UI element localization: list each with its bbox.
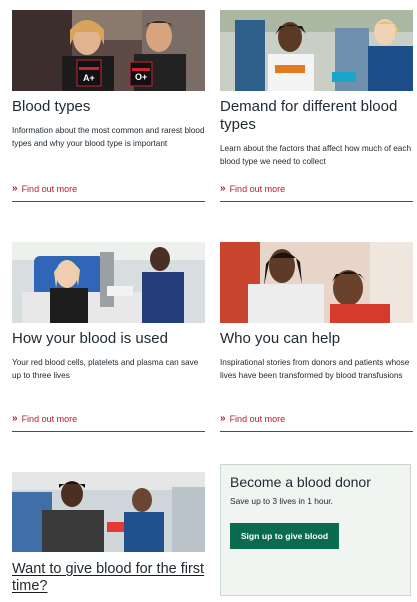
who-you-can-help-image (220, 242, 413, 323)
card-title: How your blood is used (12, 330, 168, 347)
chevron-right-double-icon: » (12, 413, 17, 424)
link-label: Find out more (21, 413, 78, 424)
link-label: Find out more (229, 413, 286, 424)
card-divider (220, 201, 413, 202)
find-out-more-link[interactable]: » Find out more (220, 413, 285, 424)
how-blood-used-image (12, 242, 205, 323)
card-title: Who you can help (220, 330, 341, 347)
demand-image (220, 10, 413, 91)
card-description: Information about the most common and ra… (12, 126, 205, 148)
link-label: Find out more (229, 183, 286, 194)
card-how-blood-used: How your blood is used Your red blood ce… (12, 242, 205, 437)
chevron-right-double-icon: » (220, 413, 225, 424)
become-donor-panel: Become a blood donor Save up to 3 lives … (220, 464, 411, 596)
card-divider (220, 431, 413, 432)
donor-panel-title: Become a blood donor (230, 474, 371, 490)
card-demand-blood-types: Demand for different blood types Learn a… (220, 10, 413, 205)
card-description: Inspirational stories from donors and pa… (220, 358, 410, 380)
card-title: Demand for different blood types (220, 98, 398, 133)
find-out-more-link[interactable]: » Find out more (12, 413, 77, 424)
blood-type-card-label: O+ (135, 72, 148, 82)
find-out-more-link[interactable]: » Find out more (220, 183, 285, 194)
chevron-right-double-icon: » (220, 183, 225, 194)
blood-type-card-label: A+ (83, 73, 95, 83)
donor-panel-subtitle: Save up to 3 lives in 1 hour. (230, 496, 333, 506)
card-blood-types: A+ O+ Blood types Information about the … (12, 10, 205, 205)
card-title: Blood types (12, 98, 91, 115)
first-time-donor-image (12, 472, 205, 552)
card-who-you-can-help: Who you can help Inspirational stories f… (220, 242, 413, 437)
card-description: Learn about the factors that affect how … (220, 144, 412, 166)
blood-types-image: A+ O+ (12, 10, 205, 91)
link-label: Find out more (21, 183, 78, 194)
card-description: Your red blood cells, platelets and plas… (12, 358, 199, 380)
card-divider (12, 431, 205, 432)
sign-up-button[interactable]: Sign up to give blood (230, 523, 339, 549)
card-first-time-donor: Want to give blood for the first time? (12, 472, 205, 597)
chevron-right-double-icon: » (12, 183, 17, 194)
first-time-donor-link[interactable]: Want to give blood for the first time? (12, 561, 205, 595)
find-out-more-link[interactable]: » Find out more (12, 183, 77, 194)
card-divider (12, 201, 205, 202)
